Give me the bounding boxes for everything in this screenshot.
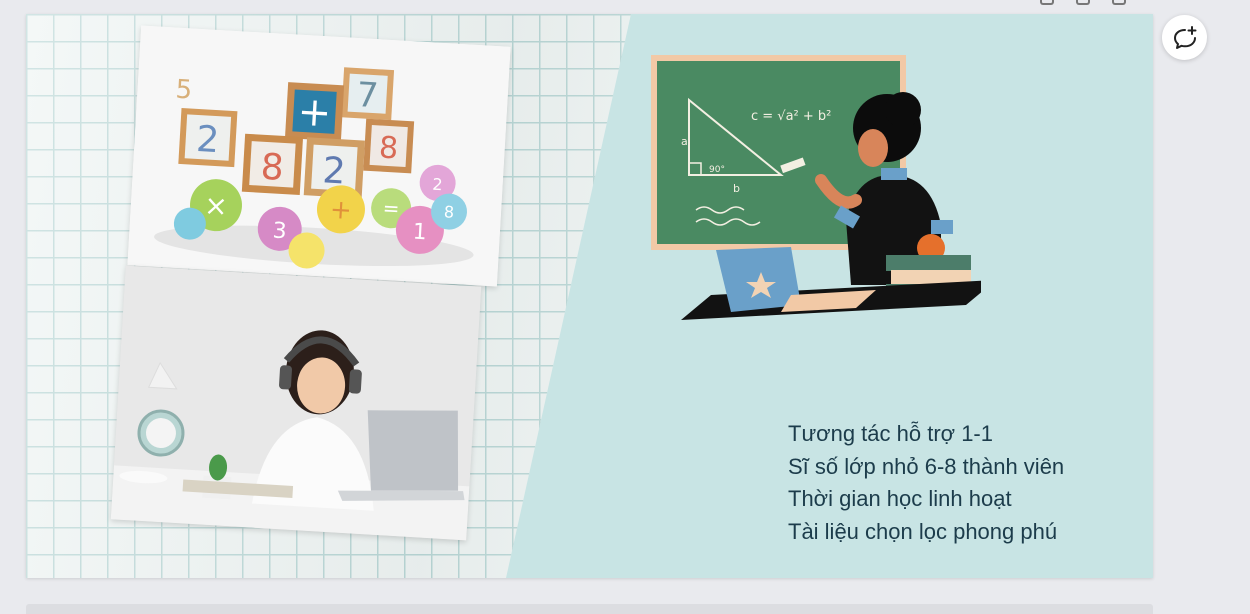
toolbar-icons [1040, 0, 1126, 6]
toolbar-icon[interactable] [1112, 0, 1126, 5]
add-comment-button[interactable] [1162, 15, 1207, 60]
token-label: 3 [272, 218, 287, 244]
block-label: 5 [175, 75, 193, 106]
token-label: 1 [412, 220, 427, 246]
number-blocks-image: 7 + 2 8 2 8 × 3 + = 1 2 8 5 [127, 25, 511, 287]
toolbar-icon[interactable] [1040, 0, 1054, 5]
side-b-label: b [733, 182, 740, 195]
number-blocks-photo[interactable]: 7 + 2 8 2 8 × 3 + = 1 2 8 5 [127, 25, 511, 287]
presentation-slide[interactable]: 7 + 2 8 2 8 × 3 + = 1 2 8 5 a b 90° c = … [26, 14, 1153, 578]
features-list: Tương tác hỗ trợ 1-1 Sĩ số lớp nhỏ 6-8 t… [788, 418, 1128, 548]
block-label: 8 [260, 147, 285, 189]
token-label: 8 [443, 202, 454, 222]
token-label: 2 [432, 175, 443, 195]
svg-text:+: + [296, 89, 332, 137]
block-label: 2 [195, 119, 220, 161]
feature-item: Thời gian học linh hoạt [788, 486, 1012, 511]
teacher-illustration: a b 90° c = √a² + b² [651, 55, 981, 320]
next-slide-preview[interactable] [26, 604, 1153, 614]
toolbar-icon[interactable] [1076, 0, 1090, 5]
formula-label: c = √a² + b² [751, 109, 831, 124]
svg-text:×: × [203, 189, 228, 223]
svg-text:+: + [329, 195, 352, 226]
student-image [110, 265, 482, 541]
add-comment-icon [1173, 25, 1196, 49]
feature-item: Tương tác hỗ trợ 1-1 [788, 421, 993, 446]
angle-label: 90° [709, 165, 725, 175]
block-label: 8 [378, 130, 399, 166]
side-a-label: a [681, 135, 688, 148]
student-studying-photo[interactable] [110, 265, 482, 541]
feature-item: Tài liệu chọn lọc phong phú [788, 518, 1058, 544]
feature-item: Sĩ số lớp nhỏ 6-8 thành viên [788, 453, 1065, 479]
svg-text:=: = [382, 196, 400, 221]
block-label: 7 [356, 75, 380, 116]
